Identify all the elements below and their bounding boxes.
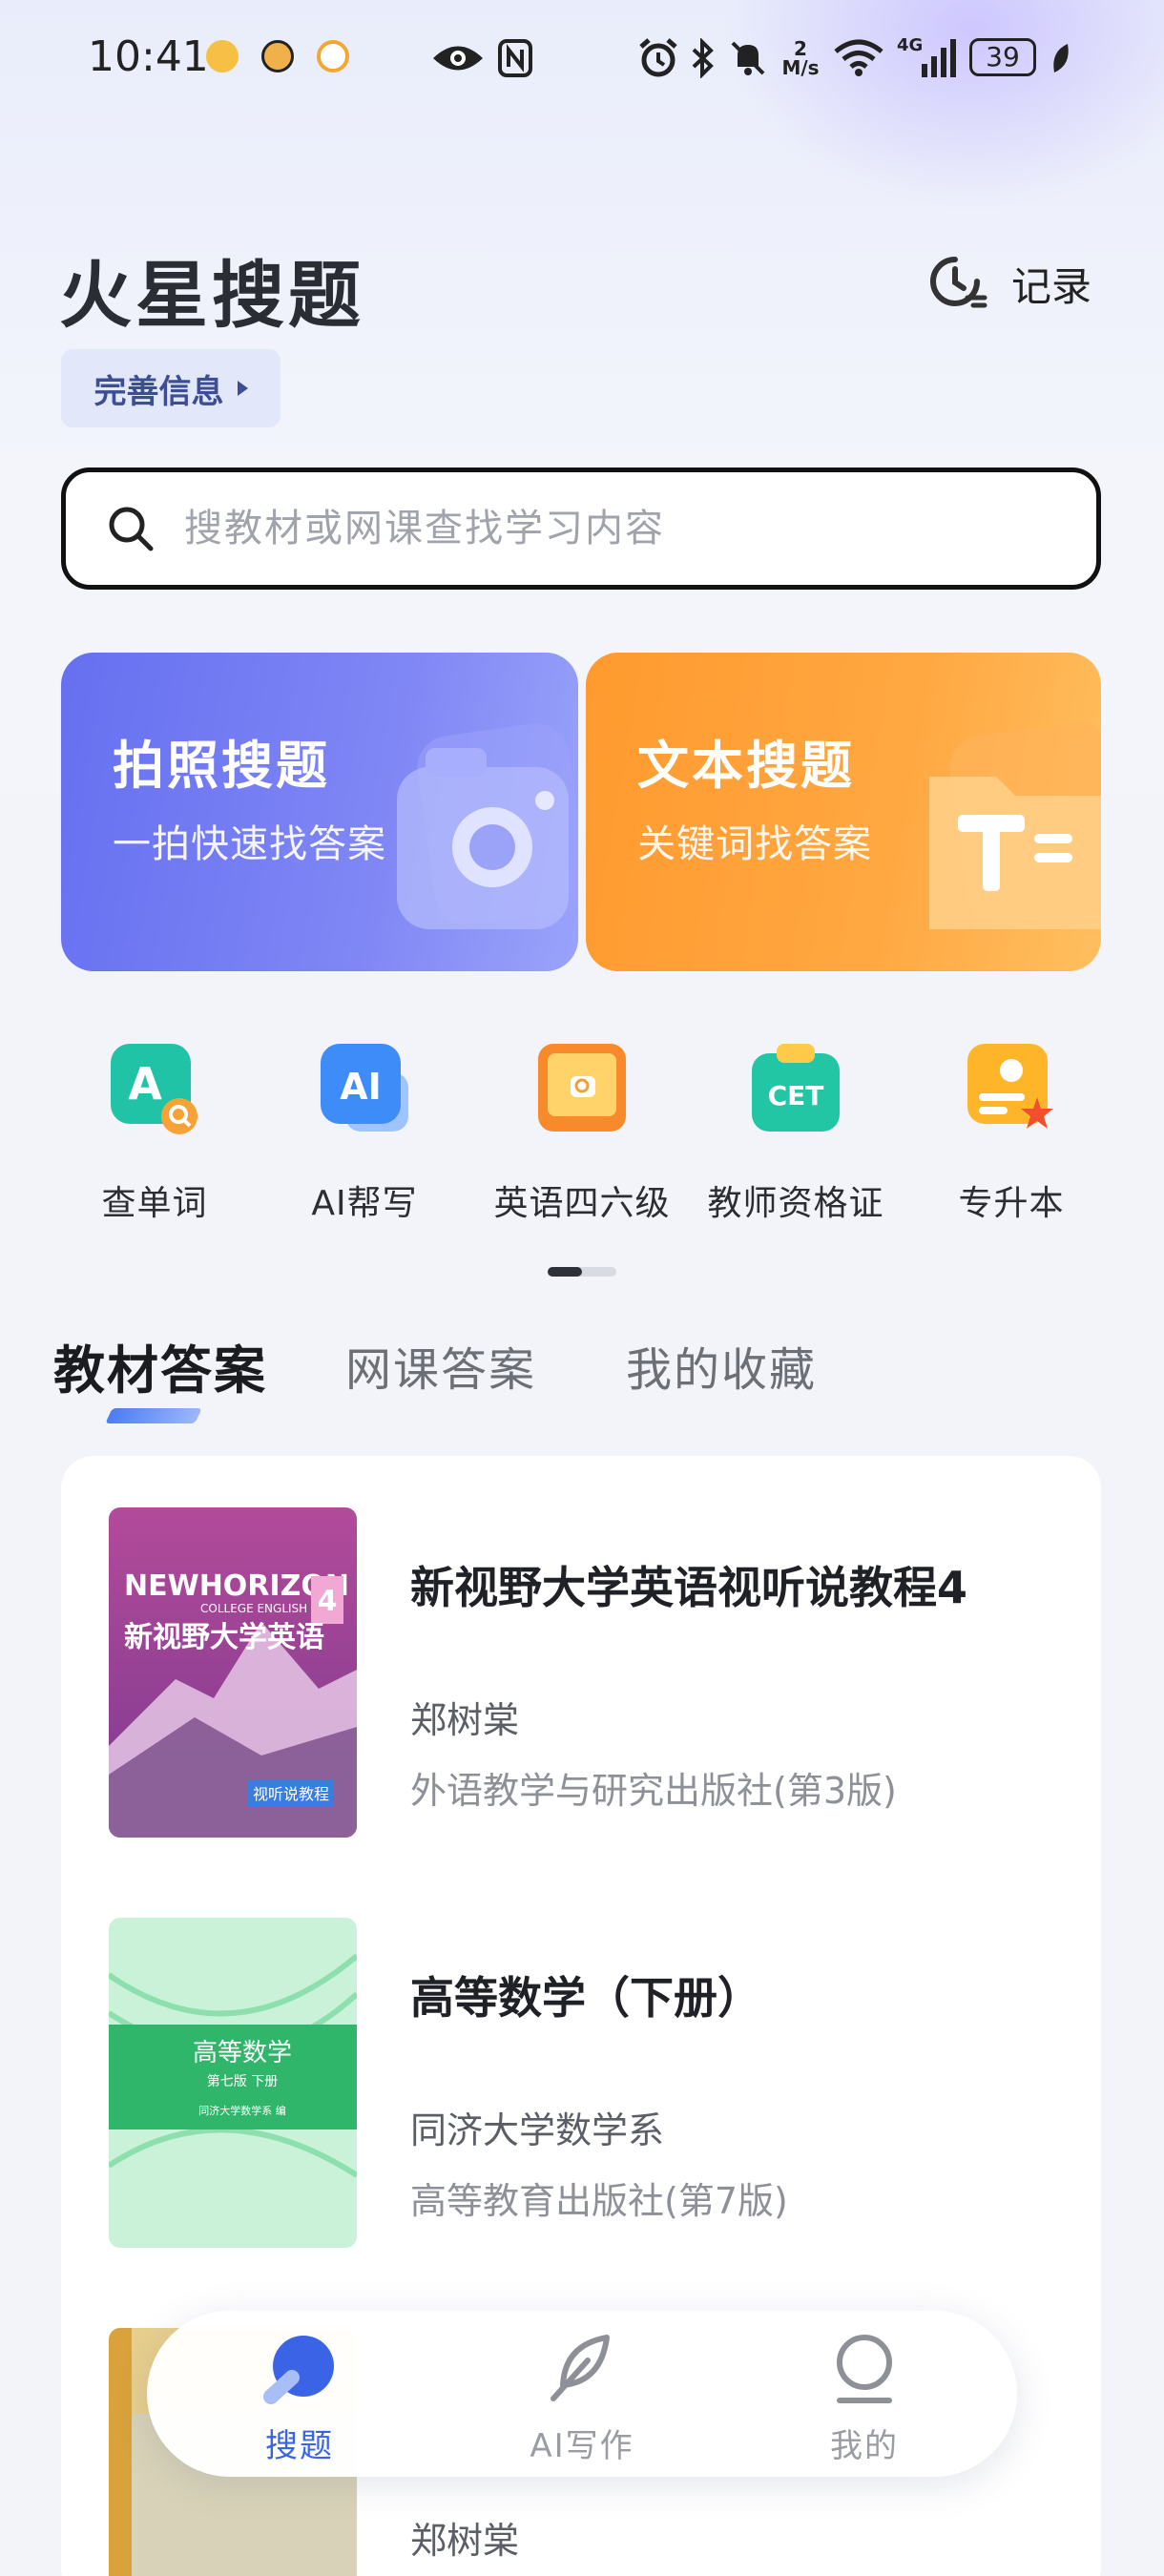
wifi-icon xyxy=(832,36,885,80)
bluetooth-icon xyxy=(689,36,717,80)
leaf-icon xyxy=(1046,36,1074,80)
tool-label: 教师资格证 xyxy=(707,1184,884,1223)
cover-press: 同济大学数学系 编 xyxy=(198,2104,286,2117)
svg-text:AI: AI xyxy=(340,1066,382,1108)
status-time: 10:41 xyxy=(88,32,209,81)
cover-title: 高等数学 xyxy=(193,2039,292,2067)
tool-cet[interactable]: 英语四六级 xyxy=(477,1040,687,1231)
cover-edition: 第七版 下册 xyxy=(207,2073,278,2089)
alarm-icon xyxy=(637,36,679,80)
cover-number: 4 xyxy=(318,1585,338,1618)
search-input[interactable] xyxy=(184,507,1043,551)
book-item[interactable]: 高等数学 第七版 下册 同济大学数学系 编 高等数学（下册） 同济大学数学系 高… xyxy=(109,1918,1063,2252)
clock-icon xyxy=(922,248,988,319)
upgrade-icon xyxy=(964,1040,1059,1135)
nav-label: 搜题 xyxy=(265,2427,334,2465)
complete-profile-chip[interactable]: 完善信息 xyxy=(61,349,281,427)
nav-label: 我的 xyxy=(830,2427,899,2465)
photo-search-title: 拍照搜题 xyxy=(113,736,330,796)
notification-emoji-icon xyxy=(206,40,239,73)
notification-qq-icon xyxy=(261,40,294,73)
text-search-card[interactable]: 文本搜题 关键词找答案 xyxy=(586,653,1101,971)
triangle-right-icon xyxy=(237,381,248,396)
book-item[interactable]: NEWHORIZON COLLEGE ENGLISH 4 新视野大学英语 视听说… xyxy=(109,1507,1063,1841)
nav-ai-writing[interactable]: AI写作 xyxy=(496,2330,668,2473)
book-publisher: 高等教育出版社(第7版) xyxy=(410,2180,788,2222)
tool-label: AI帮写 xyxy=(311,1184,418,1223)
search-icon xyxy=(109,507,154,551)
tab-active-indicator xyxy=(105,1408,202,1423)
tool-label: 查单词 xyxy=(101,1184,208,1223)
battery-indicator: 39 xyxy=(969,38,1036,76)
book-title: 新视野大学英语视听说教程4 xyxy=(410,1562,968,1613)
nfc-icon xyxy=(496,36,534,80)
history-button[interactable]: 记录 xyxy=(922,250,1091,317)
svg-text:CET: CET xyxy=(768,1080,824,1111)
nav-label: AI写作 xyxy=(530,2427,634,2465)
bottom-navigation: 搜题 AI写作 我的 xyxy=(147,2311,1017,2477)
book-author: 郑树棠 xyxy=(410,2520,520,2562)
notification-chat-icon xyxy=(317,40,349,73)
book-author: 同济大学数学系 xyxy=(410,2109,665,2151)
nav-profile[interactable]: 我的 xyxy=(779,2330,950,2473)
network-speed-unit: M/s xyxy=(781,56,820,79)
text-search-title: 文本搜题 xyxy=(637,736,855,796)
cover-brand-sub: COLLEGE ENGLISH xyxy=(200,1602,307,1615)
tab-my-favorites[interactable]: 我的收藏 xyxy=(626,1332,817,1399)
book-publisher: 外语教学与研究出版社(第3版) xyxy=(410,1770,897,1812)
complete-profile-label: 完善信息 xyxy=(94,372,224,411)
tab-textbook-answers[interactable]: 教材答案 xyxy=(53,1328,267,1403)
photo-search-subtitle: 一拍快速找答案 xyxy=(113,822,386,866)
tool-teacher-cert[interactable]: CET 教师资格证 xyxy=(691,1040,901,1231)
mute-icon xyxy=(727,36,769,80)
tool-ai-write[interactable]: AI AI帮写 xyxy=(260,1040,469,1231)
status-bar: 10:41 2 M/s 4G 39 xyxy=(0,0,1164,114)
svg-text:A: A xyxy=(128,1058,162,1110)
book-author: 郑树棠 xyxy=(410,1699,520,1741)
cet-book-icon xyxy=(534,1040,630,1135)
search-tab-icon xyxy=(261,2330,338,2406)
photo-search-card[interactable]: 拍照搜题 一拍快速找答案 xyxy=(61,653,578,971)
cover-title: 新视野大学英语 xyxy=(124,1621,324,1654)
cover-badge: 视听说教程 xyxy=(253,1785,329,1803)
search-box[interactable] xyxy=(61,467,1101,590)
book-title: 高等数学（下册） xyxy=(410,1972,761,2024)
word-lookup-icon: A xyxy=(107,1040,202,1135)
nav-search[interactable]: 搜题 xyxy=(214,2330,385,2473)
tab-course-answers[interactable]: 网课答案 xyxy=(345,1332,536,1399)
tool-label: 英语四六级 xyxy=(493,1184,671,1223)
camera-icon xyxy=(397,723,578,929)
page-indicator xyxy=(548,1267,616,1277)
book-cover: NEWHORIZON COLLEGE ENGLISH 4 新视野大学英语 视听说… xyxy=(109,1507,357,1838)
signal-label: 4G xyxy=(897,35,924,55)
eye-icon xyxy=(431,36,485,80)
app-title: 火星搜题 xyxy=(59,253,364,338)
teacher-cert-icon: CET xyxy=(748,1040,843,1135)
page-indicator-active xyxy=(548,1267,582,1277)
text-folder-icon xyxy=(929,721,1101,929)
network-speed-value: 2 xyxy=(794,37,807,60)
tool-label: 专升本 xyxy=(958,1184,1065,1223)
book-cover: 高等数学 第七版 下册 同济大学数学系 编 xyxy=(109,1918,357,2248)
profile-icon xyxy=(826,2330,903,2406)
cellular-signal: 4G xyxy=(897,36,958,80)
feather-pen-icon xyxy=(544,2330,620,2406)
history-label: 记录 xyxy=(1011,262,1092,310)
network-speed: 2 M/s xyxy=(779,36,822,80)
tool-word-lookup[interactable]: A 查单词 xyxy=(50,1040,260,1231)
ai-write-icon: AI xyxy=(317,1040,412,1135)
tool-upgrade[interactable]: 专升本 xyxy=(906,1040,1116,1231)
text-search-subtitle: 关键词找答案 xyxy=(637,822,872,866)
